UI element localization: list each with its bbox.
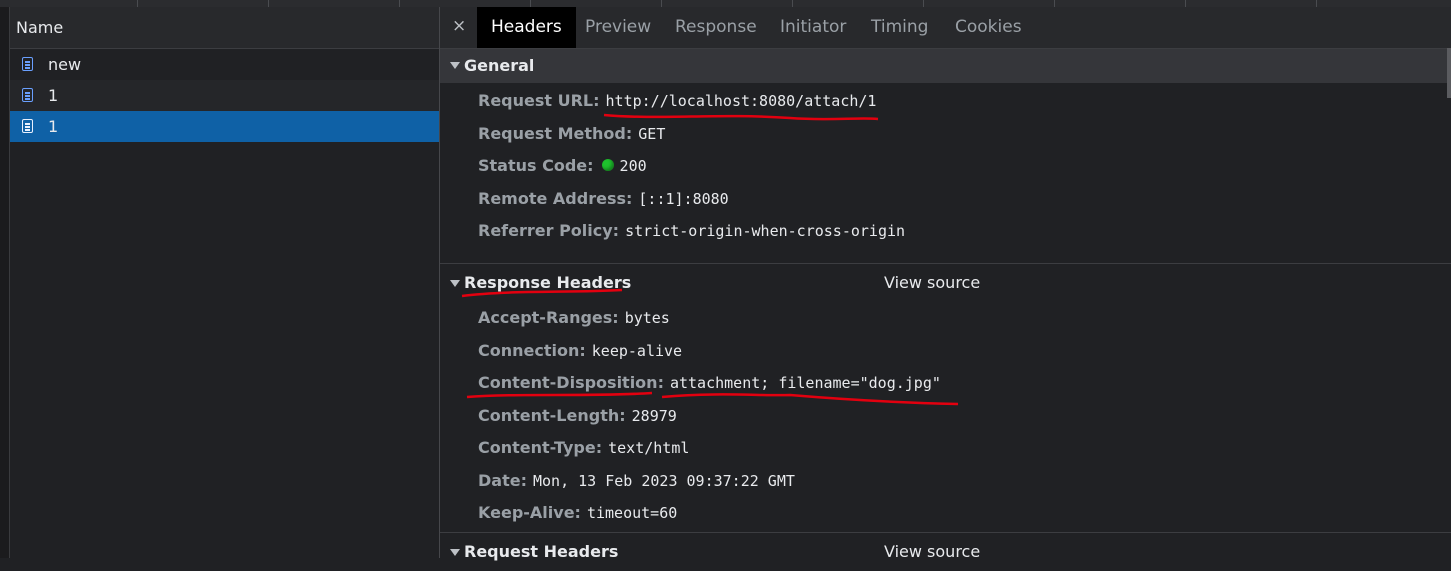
request-row[interactable]: 1 (10, 80, 439, 111)
header-value: text/html (608, 439, 690, 457)
header-row: Content-Type: text/html (440, 432, 1451, 465)
header-row: Remote Address: [::1]:8080 (440, 183, 1451, 216)
request-details-panel: × Headers Preview Response Initiator Tim… (440, 7, 1451, 561)
request-name: 1 (48, 86, 59, 105)
header-row: Request Method: GET (440, 118, 1451, 151)
tab-preview[interactable]: Preview (585, 7, 651, 48)
view-source-link[interactable]: View source (884, 264, 980, 302)
header-row: Status Code: 200 (440, 150, 1451, 183)
view-source-link[interactable]: View source (884, 533, 980, 571)
header-value: timeout=60 (586, 504, 678, 522)
header-value: strict-origin-when-cross-origin (625, 222, 906, 240)
top-timeline-strip (0, 0, 1451, 7)
header-key: Remote Address: (478, 188, 633, 208)
header-key: Accept-Ranges: (478, 308, 619, 327)
collapse-triangle-icon (450, 62, 460, 69)
header-value: attachment; filename="dog.jpg" (669, 374, 941, 392)
header-value: GET (638, 124, 666, 143)
tab-response[interactable]: Response (675, 7, 757, 48)
request-name: new (48, 55, 82, 74)
header-key: Referrer Policy: (478, 221, 620, 240)
request-list-panel: Name new 1 1 (10, 7, 439, 558)
header-value: 200 (619, 157, 647, 175)
request-row-selected[interactable]: 1 (10, 111, 439, 142)
tab-headers[interactable]: Headers (477, 7, 576, 48)
tab-cookies[interactable]: Cookies (955, 7, 1022, 48)
header-key: Request Method: (478, 123, 633, 143)
header-row: Content-Length: 28979 (440, 400, 1451, 433)
left-gutter (0, 7, 10, 558)
header-key: Connection: (478, 340, 586, 360)
scrollbar-thumb[interactable] (1447, 48, 1451, 98)
header-row: Request URL: http://localhost:8080/attach… (440, 85, 1451, 118)
header-value: keep-alive (591, 341, 683, 360)
general-section-header[interactable]: General (440, 49, 1451, 83)
header-value: http://localhost:8080/attach/1 (605, 92, 877, 110)
header-key: Content-Length: (478, 405, 626, 425)
header-row: Keep-Alive: timeout=60 (440, 497, 1451, 530)
header-value: Mon, 13 Feb 2023 09:37:22 GMT (532, 471, 795, 490)
header-key: Content-Type: (478, 438, 603, 457)
header-key: Keep-Alive: (478, 503, 581, 522)
response-headers-section-header[interactable]: Response Headers View source (440, 263, 1451, 302)
section-title: General (464, 56, 535, 75)
header-row: Connection: keep-alive (440, 335, 1451, 368)
header-row: Accept-Ranges: bytes (440, 302, 1451, 335)
request-row[interactable]: new (10, 49, 439, 80)
general-section-body: Request URL: http://localhost:8080/attach… (440, 83, 1451, 263)
tab-initiator[interactable]: Initiator (780, 7, 846, 48)
header-row: Content-Disposition: attachment; filename… (440, 367, 1451, 400)
request-name: 1 (48, 117, 59, 136)
request-headers-section-header[interactable]: Request Headers View source (440, 531, 1451, 571)
document-icon (22, 88, 33, 102)
collapse-triangle-icon (450, 280, 460, 287)
document-icon (22, 119, 33, 133)
header-value: bytes (624, 309, 670, 327)
header-key: Status Code: (478, 156, 594, 175)
section-title: Response Headers (464, 273, 632, 292)
header-row: Referrer Policy: strict-origin-when-cross… (440, 215, 1451, 248)
collapse-triangle-icon (450, 548, 460, 556)
header-key: Date: (478, 470, 527, 490)
header-key: Content-Disposition: (478, 373, 664, 392)
header-key: Request URL: (478, 91, 600, 110)
document-icon (22, 57, 33, 71)
tab-timing[interactable]: Timing (871, 7, 928, 48)
status-ok-icon (601, 158, 614, 171)
header-value: [::1]:8080 (638, 189, 729, 208)
response-headers-body: Accept-Ranges: bytes Connection: keep-aliv… (440, 302, 1451, 530)
details-tab-bar: × Headers Preview Response Initiator Tim… (440, 7, 1451, 49)
close-icon[interactable]: × (452, 16, 466, 36)
header-row: Date: Mon, 13 Feb 2023 09:37:22 GMT (440, 465, 1451, 498)
header-value: 28979 (631, 406, 677, 425)
name-column-header[interactable]: Name (10, 7, 439, 49)
